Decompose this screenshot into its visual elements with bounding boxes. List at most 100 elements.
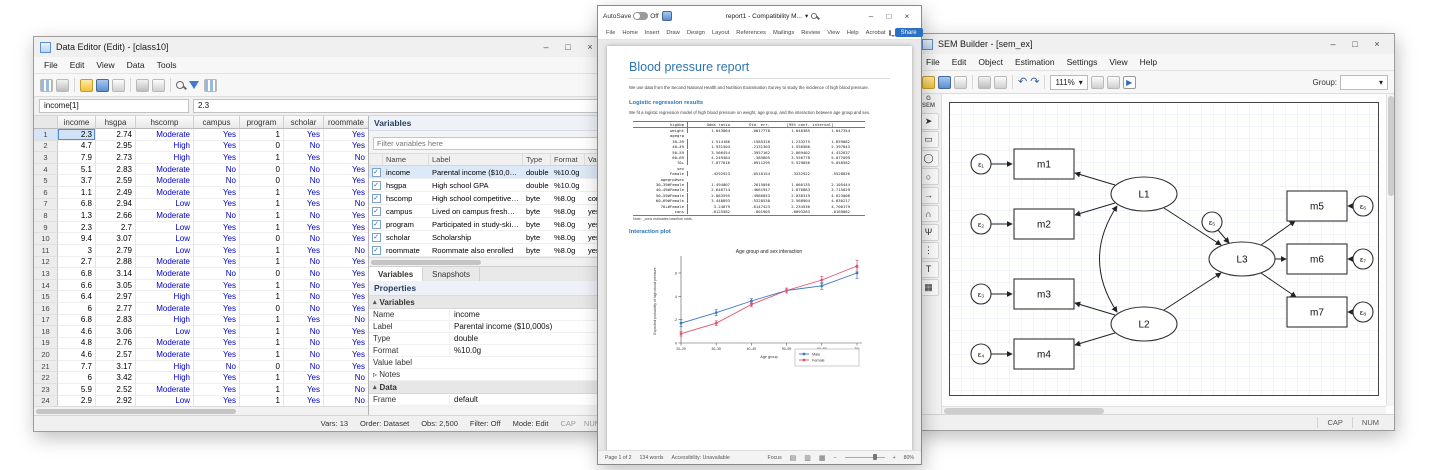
menu-item[interactable]: Data	[121, 59, 151, 71]
cell-roommate-7[interactable]: No	[324, 199, 368, 211]
properties-section-data[interactable]: ▴Data	[369, 381, 607, 394]
cell-campus-1[interactable]: Yes	[194, 129, 240, 141]
row-number[interactable]: 14	[34, 280, 58, 292]
property-row-name[interactable]: Nameincome	[369, 309, 607, 321]
row-number[interactable]: 12	[34, 257, 58, 269]
close-button[interactable]: ×	[898, 9, 916, 23]
cell-hsgpa-4[interactable]: 2.83	[96, 164, 136, 176]
error-term-ε₅[interactable]: ε₅	[1202, 212, 1222, 232]
variable-row-roommate[interactable]: ✓roommateRoommate also enrolledbyte%8.0g…	[369, 244, 607, 257]
column-header-hsgpa[interactable]: hsgpa	[96, 116, 136, 129]
cell-scholar-5[interactable]: No	[284, 175, 324, 187]
paste-icon[interactable]	[56, 79, 69, 92]
cell-program-17[interactable]: 1	[240, 315, 284, 327]
sem-titlebar[interactable]: SEM Builder - [sem_ex] – □ ×	[916, 34, 1394, 54]
row-number[interactable]: 2	[34, 141, 58, 153]
cell-program-21[interactable]: 0	[240, 361, 284, 373]
menu-item[interactable]: Tools	[151, 59, 183, 71]
word-titlebar[interactable]: AutoSave Off report1 - Compatibility M..…	[598, 6, 921, 26]
cell-program-22[interactable]: 1	[240, 372, 284, 384]
observed-variable-m7[interactable]: m7	[1287, 297, 1347, 327]
redo-icon[interactable]: ↷	[1030, 77, 1039, 88]
cell-campus-5[interactable]: No	[194, 175, 240, 187]
print-layout-icon[interactable]: ▥	[804, 454, 811, 462]
cell-campus-10[interactable]: Yes	[194, 233, 240, 245]
cell-campus-23[interactable]: Yes	[194, 384, 240, 396]
cell-hsgpa-24[interactable]: 2.92	[96, 396, 136, 406]
cell-hsgpa-21[interactable]: 3.17	[96, 361, 136, 373]
open-icon[interactable]	[922, 76, 935, 89]
ribbon-tab[interactable]: Mailings	[770, 28, 797, 38]
cell-hscomp-1[interactable]: Moderate	[136, 129, 194, 141]
cell-program-10[interactable]: 0	[240, 233, 284, 245]
cell-program-1[interactable]: 1	[240, 129, 284, 141]
cell-scholar-20[interactable]: No	[284, 349, 324, 361]
cell-hscomp-4[interactable]: Moderate	[136, 164, 194, 176]
error-term-ε₁[interactable]: ε₁	[971, 154, 991, 174]
cell-program-5[interactable]: 0	[240, 175, 284, 187]
cell-scholar-13[interactable]: No	[284, 268, 324, 280]
cell-hsgpa-1[interactable]: 2.74	[96, 129, 136, 141]
cell-roommate-16[interactable]: Yes	[324, 303, 368, 315]
error-term-ε₆[interactable]: ε₆	[1353, 196, 1373, 216]
cell-hscomp-11[interactable]: Low	[136, 245, 194, 257]
cell-program-6[interactable]: 1	[240, 187, 284, 199]
estimate-run-icon[interactable]: ▶	[1123, 76, 1136, 89]
error-term-ε₇[interactable]: ε₇	[1353, 249, 1373, 269]
column-header-program[interactable]: program	[240, 116, 284, 129]
web-layout-icon[interactable]: ▦	[819, 454, 826, 462]
cell-hsgpa-8[interactable]: 2.66	[96, 210, 136, 222]
cell-scholar-18[interactable]: No	[284, 326, 324, 338]
cell-scholar-1[interactable]: Yes	[284, 129, 324, 141]
horizontal-scrollbar[interactable]	[942, 406, 1386, 414]
cell-hscomp-23[interactable]: Moderate	[136, 384, 194, 396]
variable-checkbox[interactable]: ✓	[372, 207, 381, 216]
cell-roommate-10[interactable]: Yes	[324, 233, 368, 245]
cell-campus-12[interactable]: Yes	[194, 257, 240, 269]
side-panel-tab[interactable]: Variables	[369, 267, 423, 281]
cell-income-2[interactable]: 4.7	[58, 141, 96, 153]
cell-campus-16[interactable]: Yes	[194, 303, 240, 315]
cell-campus-17[interactable]: Yes	[194, 315, 240, 327]
grid-horizontal-scrollbar[interactable]	[34, 406, 368, 415]
cell-hsgpa-23[interactable]: 2.52	[96, 384, 136, 396]
variables-filter-input[interactable]	[373, 137, 603, 150]
cell-program-4[interactable]: 0	[240, 164, 284, 176]
maximize-button[interactable]: □	[880, 9, 898, 23]
save-icon[interactable]	[662, 11, 672, 21]
cell-campus-6[interactable]: Yes	[194, 187, 240, 199]
undo-icon[interactable]: ↶	[1018, 77, 1027, 88]
cell-income-22[interactable]: 6	[58, 372, 96, 384]
row-number[interactable]: 5	[34, 175, 58, 187]
ribbon-tab[interactable]: Draw	[663, 28, 683, 38]
cell-program-18[interactable]: 1	[240, 326, 284, 338]
variables-column-header[interactable]: Label	[429, 154, 523, 165]
cell-hsgpa-5[interactable]: 2.59	[96, 175, 136, 187]
cell-income-21[interactable]: 7.7	[58, 361, 96, 373]
cell-hsgpa-17[interactable]: 2.83	[96, 315, 136, 327]
cell-campus-14[interactable]: Yes	[194, 280, 240, 292]
cell-program-15[interactable]: 1	[240, 291, 284, 303]
menu-item[interactable]: File	[38, 59, 64, 71]
cell-roommate-12[interactable]: Yes	[324, 257, 368, 269]
ribbon-tab[interactable]: Acrobat	[863, 28, 889, 38]
cell-scholar-22[interactable]: Yes	[284, 372, 324, 384]
cell-campus-21[interactable]: No	[194, 361, 240, 373]
sem-canvas-area[interactable]: m1m2m3m4m5m6m7L1L2L3ε₁ε₂ε₃ε₄ε₅ε₆ε₇ε₈	[942, 94, 1394, 414]
error-term-ε₃[interactable]: ε₃	[971, 284, 991, 304]
cell-hsgpa-11[interactable]: 2.79	[96, 245, 136, 257]
cell-scholar-11[interactable]: Yes	[284, 245, 324, 257]
row-number[interactable]: 1	[34, 129, 58, 141]
cell-income-6[interactable]: 1.1	[58, 187, 96, 199]
row-number[interactable]: 23	[34, 384, 58, 396]
minimize-button[interactable]: –	[535, 39, 557, 55]
cell-scholar-16[interactable]: No	[284, 303, 324, 315]
cell-hscomp-6[interactable]: Moderate	[136, 187, 194, 199]
row-number[interactable]: 24	[34, 396, 58, 406]
accessibility-status[interactable]: Accessibility: Unavailable	[671, 455, 729, 461]
cell-scholar-17[interactable]: Yes	[284, 315, 324, 327]
cell-program-7[interactable]: 1	[240, 199, 284, 211]
cell-campus-8[interactable]: No	[194, 210, 240, 222]
ribbon-tab[interactable]: Help	[844, 28, 862, 38]
cell-program-3[interactable]: 1	[240, 152, 284, 164]
